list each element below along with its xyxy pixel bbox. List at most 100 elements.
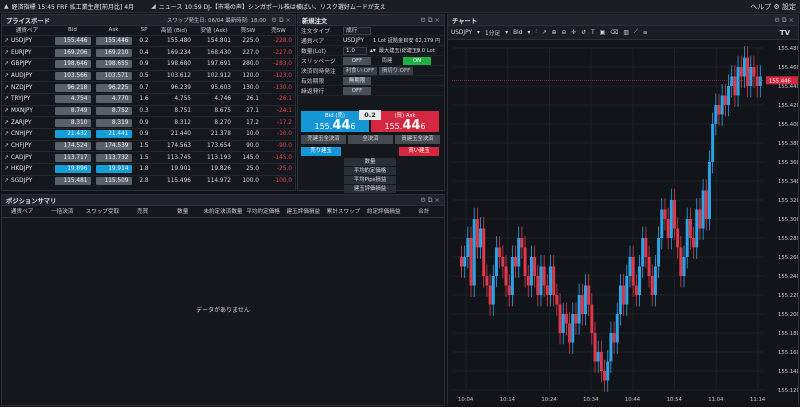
chart-link-icon[interactable]: ↗ <box>4 85 11 91</box>
indicator-icon[interactable]: ⟋ <box>634 29 638 36</box>
chart-link-icon[interactable]: ↗ <box>4 96 11 102</box>
news-ticker[interactable]: ニュース 10:59 DJ-【市場の声】シンガポール株は横ばい、リスク選好ムード… <box>159 2 386 11</box>
chart-link-icon[interactable]: ↗ <box>4 120 11 126</box>
chart-link-icon[interactable]: ↗ <box>4 166 11 172</box>
settings-icon[interactable]: ⚙ <box>420 196 426 204</box>
price-row[interactable]: ↗ SGDJPY 115.481 115.509 2.8 115.496 114.972 10… <box>2 174 295 187</box>
bid-price[interactable]: 155.446 <box>54 36 91 45</box>
econ-ticker[interactable]: 経済指標 15:45 FRF 拡工業生産[前月比] 4月 <box>12 2 135 11</box>
order-type-select[interactable]: 成行 <box>343 26 371 35</box>
ask-price[interactable]: 19.914 <box>95 165 132 174</box>
chart-link-icon[interactable]: ↗ <box>4 143 11 149</box>
chart-link-icon[interactable]: ↗ <box>4 73 11 79</box>
chart-link-icon[interactable]: ↗ <box>4 155 11 161</box>
chevron-down-icon[interactable]: ▾ <box>477 30 480 36</box>
screenshot-icon[interactable]: ▣ <box>600 30 605 36</box>
bid-price[interactable]: 96.218 <box>54 83 91 92</box>
qty-input[interactable]: 1.0 <box>343 46 367 55</box>
bid-price[interactable]: 113.717 <box>54 153 91 162</box>
pair-select[interactable]: USDJPY <box>451 30 472 36</box>
ask-price[interactable]: 155.446 <box>95 36 132 45</box>
chart-link-icon[interactable]: ↗ <box>4 131 11 137</box>
settle-all-button[interactable]: 全決済 <box>348 135 393 144</box>
ask-price[interactable]: 174.539 <box>95 142 132 151</box>
ask-buy-button[interactable]: (買) Ask 155.446 <box>371 111 439 133</box>
buy-position-button[interactable]: 買い建玉 <box>399 147 439 156</box>
sell-settle-all-button[interactable]: 売建玉全決済 <box>301 135 346 144</box>
ask-price[interactable]: 103.571 <box>95 71 132 80</box>
price-row[interactable]: ↗ AUDJPY 103.566 103.571 0.5 103.612 102.912 12… <box>2 69 295 82</box>
chevron-down-icon[interactable]: ▾ <box>505 30 508 36</box>
bid-price[interactable]: 169.206 <box>54 48 91 57</box>
close-icon[interactable]: × <box>789 16 794 24</box>
compare-icon[interactable]: ≡ <box>643 30 648 36</box>
ask-price[interactable]: 96.225 <box>95 83 132 92</box>
side-select[interactable]: Bid <box>513 30 522 36</box>
settings-link[interactable]: 設定 <box>782 3 796 11</box>
settings-icon[interactable]: ⚙ <box>271 16 277 24</box>
pair-value[interactable]: USDJPY <box>343 38 373 44</box>
bid-price[interactable]: 198.646 <box>54 60 91 69</box>
chart-link-icon[interactable]: ↗ <box>4 50 11 56</box>
text-icon[interactable]: T <box>591 30 595 36</box>
close-icon[interactable]: × <box>286 16 291 24</box>
price-row[interactable]: ↗ NZDJPY 96.218 96.225 0.7 96.239 95.603 130.0-… <box>2 81 295 94</box>
chart-link-icon[interactable]: ↗ <box>4 108 11 114</box>
buy-settle-all-button[interactable]: 買建玉全決済 <box>395 135 440 144</box>
settings-icon[interactable]: ⚙ <box>774 16 780 24</box>
chart-link-icon[interactable]: ↗ <box>4 61 11 67</box>
price-row[interactable]: ↗ CNHJPY 21.432 21.441 0.9 21.440 21.378 10.0 -1… <box>2 128 295 141</box>
crosshair-icon[interactable]: ✛ <box>571 30 576 36</box>
ask-price[interactable]: 8.319 <box>95 118 132 127</box>
price-row[interactable]: ↗ CHFJPY 174.524 174.539 1.5 174.563 173.654 90… <box>2 139 295 152</box>
ask-price[interactable]: 198.655 <box>95 60 132 69</box>
bid-price[interactable]: 21.432 <box>54 130 91 139</box>
price-row[interactable]: ↗ HKDJPY 19.896 19.914 1.8 19.901 19.826 25.0 -2… <box>2 163 295 176</box>
stepper-icon[interactable]: ▴▾ <box>370 48 376 54</box>
bid-price[interactable]: 8.310 <box>54 118 91 127</box>
bid-price[interactable]: 8.749 <box>54 106 91 115</box>
zoom-out-icon[interactable]: ⊖ <box>562 30 567 36</box>
delete-icon[interactable]: ⌫ <box>610 30 618 36</box>
reset-icon[interactable]: ↺ <box>581 30 586 36</box>
expiry-value[interactable]: 無期限 <box>343 76 371 85</box>
price-row[interactable]: ↗ USDJPY 155.446 155.446 0.2 155.480 154.801 22… <box>2 34 295 47</box>
ask-price[interactable]: 4.770 <box>95 95 132 104</box>
layout-icon[interactable]: ▥ <box>623 30 628 36</box>
price-row[interactable]: ↗ MXNJPY 8.749 8.752 0.3 8.751 8.675 27.1 -24.1 <box>2 104 295 117</box>
repeat-toggle[interactable]: OFF <box>343 86 371 95</box>
hedge-on-toggle[interactable]: ON <box>403 56 431 65</box>
chart-link-icon[interactable]: ↗ <box>4 38 11 44</box>
take-profit-toggle[interactable]: 利食い:OFF <box>343 66 377 75</box>
ask-price[interactable]: 8.752 <box>95 106 132 115</box>
bid-price[interactable]: 174.524 <box>54 142 91 151</box>
sell-position-button[interactable]: 売り建玉 <box>301 147 341 156</box>
price-row[interactable]: ↗ TRYJPY 4.754 4.770 1.6 4.755 4.746 26.1 -26.1 <box>2 92 295 106</box>
bid-price[interactable]: 103.566 <box>54 71 91 80</box>
zoom-in-icon[interactable]: ⊕ <box>552 30 557 36</box>
close-icon[interactable]: × <box>435 196 440 204</box>
draw-icon[interactable]: ↗ <box>542 30 547 36</box>
close-icon[interactable]: × <box>435 16 440 24</box>
price-row[interactable]: ↗ EURJPY 169.206 169.210 0.4 169.234 168.430 22… <box>2 46 295 59</box>
ask-price[interactable]: 21.441 <box>95 130 132 139</box>
ask-price[interactable]: 169.210 <box>95 48 132 57</box>
help-link[interactable]: ヘルプ <box>750 3 771 11</box>
window-icon[interactable]: ⧉ <box>782 16 787 25</box>
candlestick-chart[interactable]: 155.480 155.460 155.440 155.420 155.400 155.3… <box>448 40 798 406</box>
price-row[interactable]: ↗ ZARJPY 8.310 8.319 0.9 8.312 8.270 17.2 -17.2 <box>2 116 295 129</box>
ask-price[interactable]: 115.509 <box>95 177 132 186</box>
ask-price[interactable]: 113.732 <box>95 153 132 162</box>
gear-icon[interactable]: ⚙ <box>773 3 779 11</box>
bid-price[interactable]: 115.481 <box>54 177 91 186</box>
price-row[interactable]: ↗ CADJPY 113.717 113.732 1.5 113.745 113.193 14… <box>2 151 295 164</box>
candle-type-icon[interactable]: ⫶ <box>535 29 536 36</box>
stop-loss-toggle[interactable]: 損切り:OFF <box>379 66 413 75</box>
window-icon[interactable]: ⧉ <box>428 16 433 25</box>
window-icon[interactable]: ⧉ <box>428 196 433 205</box>
slippage-off[interactable]: OFF <box>343 56 371 65</box>
price-row[interactable]: ↗ GBPJPY 198.646 198.655 0.9 198.680 197.691 28… <box>2 57 295 71</box>
chart-link-icon[interactable]: ↗ <box>4 178 11 184</box>
window-icon[interactable]: ⧉ <box>279 16 284 25</box>
timeframe-select[interactable]: 1分足 <box>485 28 500 37</box>
